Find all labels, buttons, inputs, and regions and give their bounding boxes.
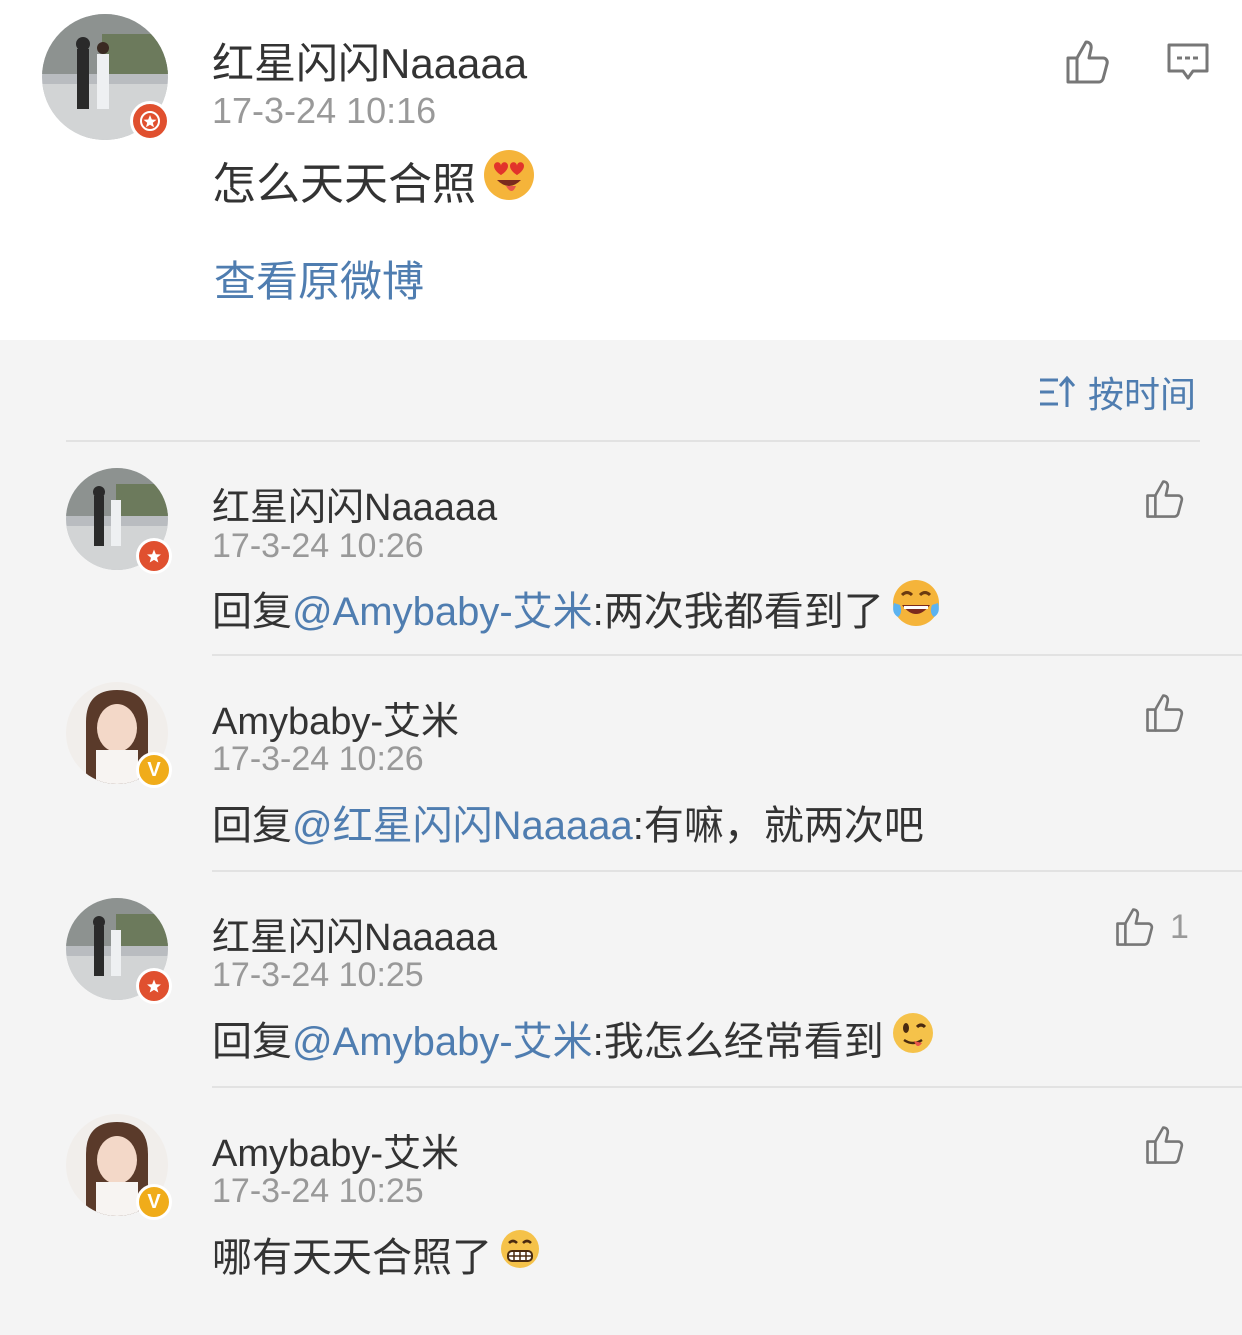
- comment-text: 回复 @红星闪闪Naaaaa:有嘛，就两次吧: [212, 794, 924, 850]
- member-badge-icon: [136, 538, 172, 574]
- thumbs-up-icon: [1146, 1126, 1184, 1164]
- divider: [212, 654, 1242, 656]
- grin-emoji: [498, 1227, 542, 1281]
- comment-text: 哪有天天合照了: [212, 1226, 542, 1282]
- comment-author[interactable]: Amybaby-艾米: [212, 1122, 459, 1177]
- reply-prefix: 回复: [212, 1020, 292, 1064]
- comment-time: 17-3-24 10:26: [212, 740, 424, 778]
- original-post: 红星闪闪Naaaaa 17-3-24 10:16 怎么天天合照 查看原微博: [0, 0, 1242, 340]
- post-text-content: 怎么天天合照: [212, 160, 476, 209]
- verified-badge-icon: V: [136, 752, 172, 788]
- comment-like-button[interactable]: 1: [1114, 906, 1189, 948]
- mention-link[interactable]: @Amybaby-艾米: [292, 579, 593, 637]
- comment-body: :我怎么经常看到: [592, 1020, 884, 1064]
- comment-time: 17-3-24 10:25: [212, 1172, 424, 1210]
- post-author[interactable]: 红星闪闪Naaaaa: [212, 30, 527, 91]
- verified-badge-icon: V: [136, 1184, 172, 1220]
- comment-like-button[interactable]: [1144, 478, 1200, 520]
- comment-text: 回复 @Amybaby-艾米:我怎么经常看到: [212, 1010, 936, 1066]
- thumbs-up-icon: [1146, 694, 1184, 732]
- sort-by-time-button[interactable]: 按时间: [1038, 366, 1196, 418]
- post-like-button[interactable]: [1064, 38, 1112, 86]
- comment-author[interactable]: Amybaby-艾米: [212, 690, 459, 745]
- divider: [212, 870, 1242, 872]
- view-original-link[interactable]: 查看原微博: [214, 248, 424, 309]
- member-badge-icon: [130, 101, 170, 141]
- comment-body: :两次我都看到了: [592, 590, 884, 634]
- comment-icon: [1167, 43, 1209, 80]
- comment-author[interactable]: 红星闪闪Naaaaa: [212, 476, 497, 531]
- thumbs-up-icon: [1146, 480, 1184, 518]
- thumbs-up-icon: [1066, 40, 1109, 84]
- comment-text: 回复 @Amybaby-艾米:两次我都看到了: [212, 580, 942, 636]
- mention-link[interactable]: @Amybaby-艾米: [292, 1009, 593, 1067]
- sort-icon: [1039, 375, 1076, 407]
- comment-time: 17-3-24 10:25: [212, 956, 424, 994]
- heart-eyes-tongue-emoji: [482, 148, 536, 213]
- mention-link[interactable]: @红星闪闪Naaaaa: [292, 793, 633, 851]
- comment-like-button[interactable]: [1144, 1124, 1200, 1166]
- laugh-cry-emoji: [890, 577, 942, 639]
- like-count: 1: [1170, 907, 1189, 946]
- divider: [66, 440, 1200, 442]
- comment-like-button[interactable]: [1144, 692, 1200, 734]
- comment-body: :有嘛，就两次吧: [632, 804, 924, 848]
- thumbs-up-icon: [1116, 908, 1154, 946]
- member-badge-icon: [136, 968, 172, 1004]
- post-text: 怎么天天合照: [212, 148, 536, 213]
- post-comment-button[interactable]: [1166, 42, 1210, 82]
- reply-prefix: 回复: [212, 590, 292, 634]
- tongue-wink-emoji: [890, 1010, 936, 1066]
- comment-time: 17-3-24 10:26: [212, 527, 424, 565]
- divider: [212, 1086, 1242, 1088]
- comment-body: 哪有天天合照了: [212, 1236, 492, 1280]
- sort-label: 按时间: [1087, 374, 1196, 415]
- reply-prefix: 回复: [212, 804, 292, 848]
- comment-author[interactable]: 红星闪闪Naaaaa: [212, 906, 497, 961]
- post-time: 17-3-24 10:16: [212, 90, 437, 131]
